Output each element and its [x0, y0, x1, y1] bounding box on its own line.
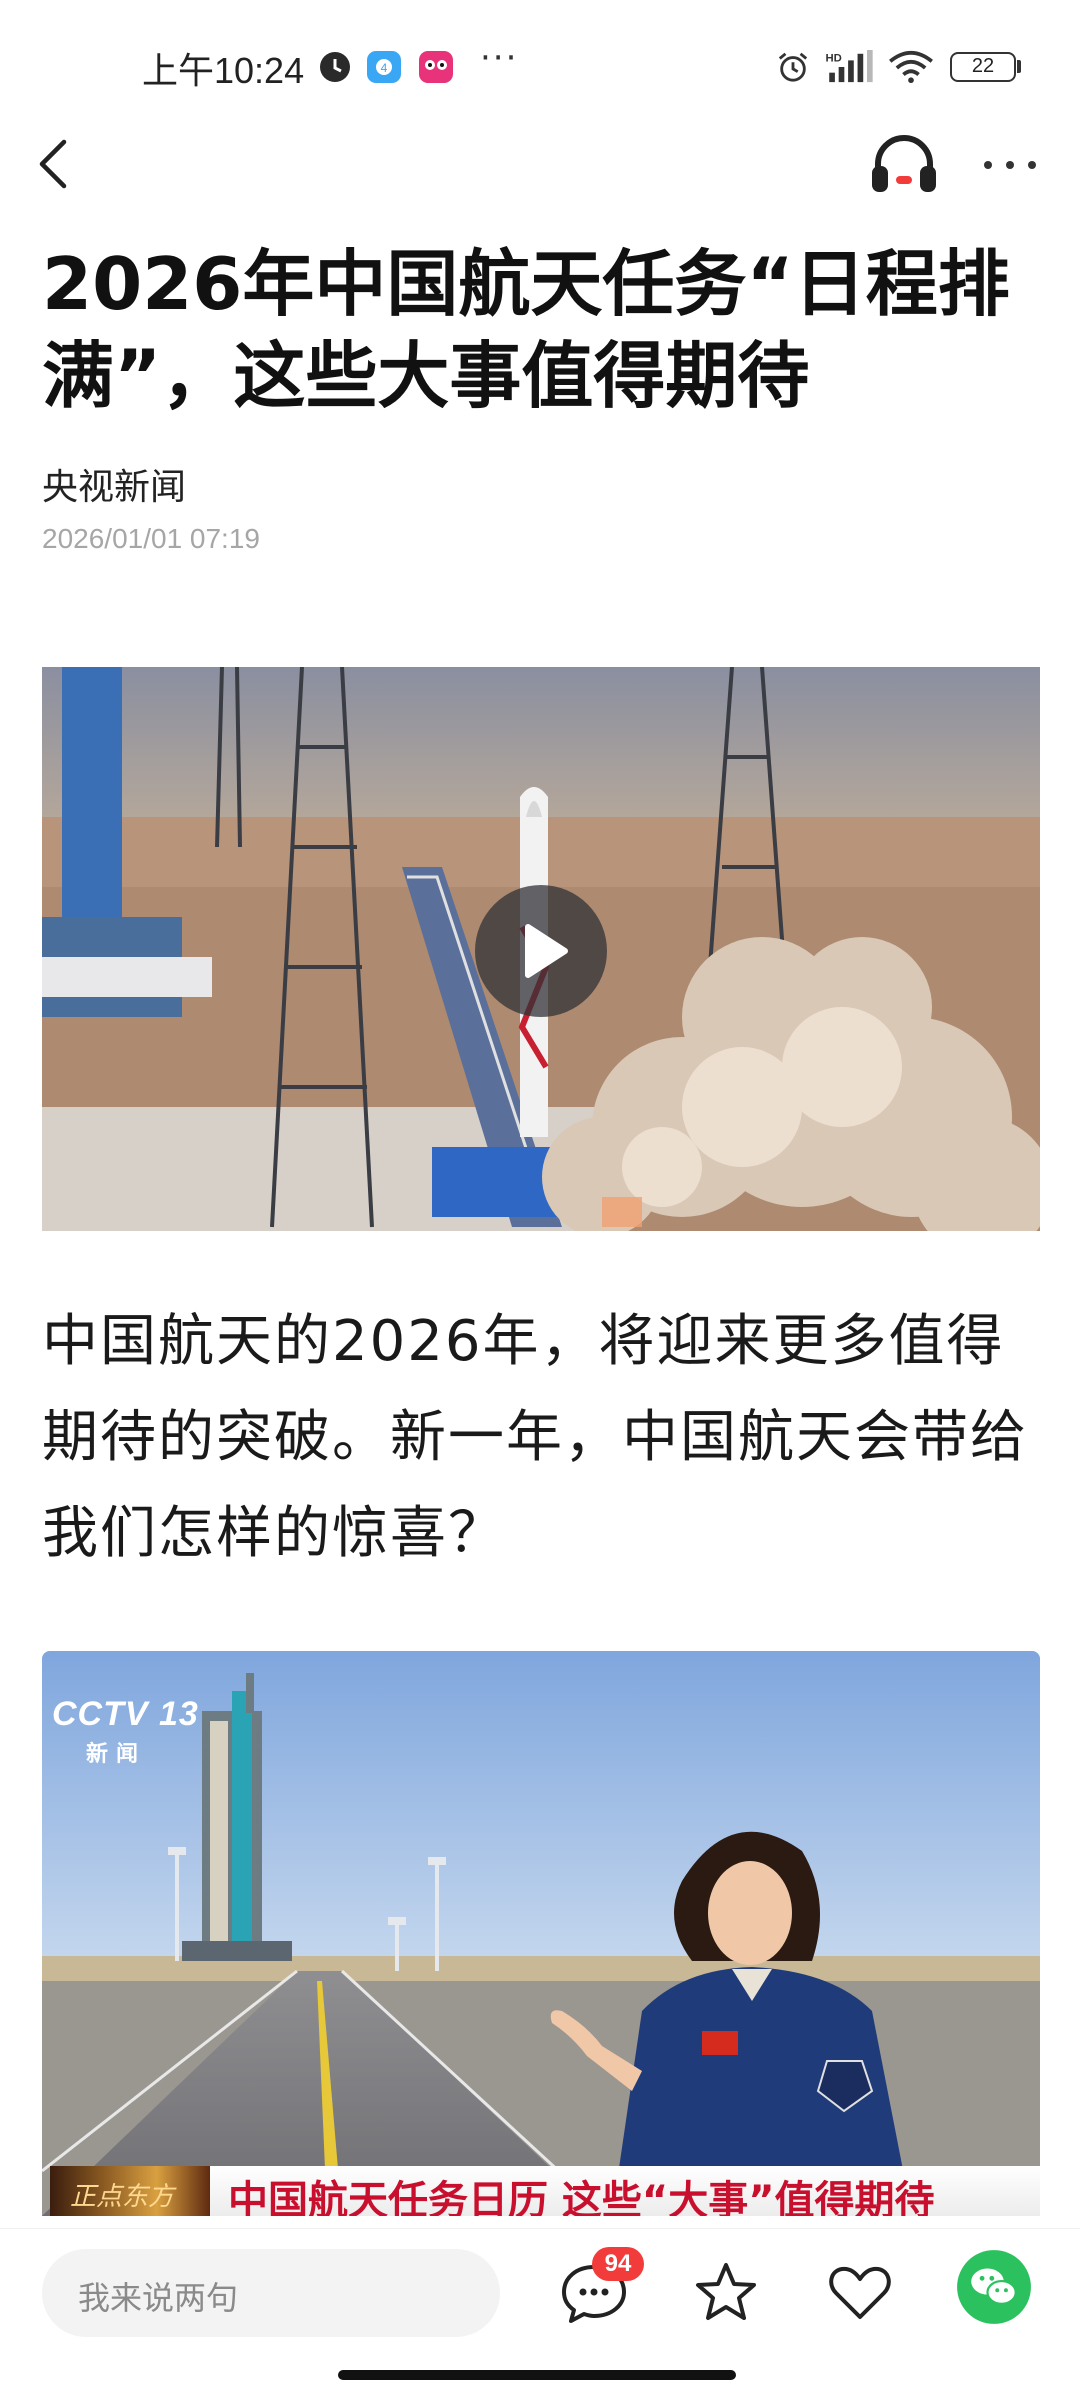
wechat-share-icon[interactable] — [956, 2249, 1032, 2325]
program-logo: 正点东方 — [50, 2166, 210, 2216]
battery-icon: 22 — [950, 52, 1016, 82]
battery-tip — [1017, 60, 1021, 73]
status-bar: 上午10:24 4 ··· HD 22 — [0, 0, 1080, 130]
publish-time: 2026/01/01 07:19 — [42, 523, 260, 554]
video-caption: 中国航天任务日历 这些“大事”值得期待 — [228, 2178, 935, 2216]
article-source[interactable]: 央视新闻 — [42, 458, 186, 510]
more-dots-icon — [984, 161, 1036, 169]
clock-app-icon — [320, 52, 350, 82]
headphones-icon — [872, 135, 936, 192]
alarm-icon — [778, 52, 808, 82]
chevron-left-icon — [39, 139, 67, 189]
heart-icon[interactable] — [822, 2255, 898, 2331]
article-title: 2026年中国航天任务“日程排满”，这些大事值得期待 — [42, 242, 1010, 418]
svg-text:HD: HD — [825, 52, 841, 64]
play-button[interactable] — [475, 885, 607, 1017]
channel-name: CCTV 13 — [52, 1695, 199, 1733]
program-logo-text: 正点东方 — [70, 2182, 175, 2212]
cloud-app-icon: 4 — [367, 51, 401, 83]
comment-input[interactable]: 我来说两句 — [42, 2249, 500, 2337]
back-button[interactable] — [28, 128, 80, 198]
wifi-icon — [889, 50, 933, 84]
cctv-channel-logo: CCTV 13 新闻 — [52, 1695, 199, 1768]
article-paragraph: 中国航天的2026年，将迎来更多值得期待的突破。新一年，中国航天会带给我们怎样的… — [42, 1309, 1028, 1566]
more-notifications-icon: ··· — [480, 38, 519, 78]
play-icon — [525, 924, 568, 978]
comment-count-badge: 94 — [592, 2247, 644, 2281]
channel-sub: 新闻 — [86, 1741, 147, 1766]
video-caption-bar: 正点东方 中国航天任务日历 这些“大事”值得期待 — [50, 2166, 1040, 2216]
more-options-button[interactable] — [980, 140, 1040, 190]
home-indicator[interactable] — [338, 2370, 736, 2380]
hd-signal-icon: HD — [825, 50, 873, 83]
launch-video[interactable] — [42, 667, 1040, 1231]
comment-placeholder: 我来说两句 — [78, 2279, 239, 2317]
svg-text:4: 4 — [381, 61, 388, 75]
status-time: 上午10:24 — [142, 50, 305, 91]
star-icon[interactable] — [688, 2255, 764, 2331]
report-video[interactable]: CCTV 13 新闻 正点东方 中国航天任务日历 这些“大事”值得期待 — [42, 1651, 1040, 2216]
listen-button[interactable] — [868, 128, 940, 198]
game-app-icon — [419, 51, 453, 83]
